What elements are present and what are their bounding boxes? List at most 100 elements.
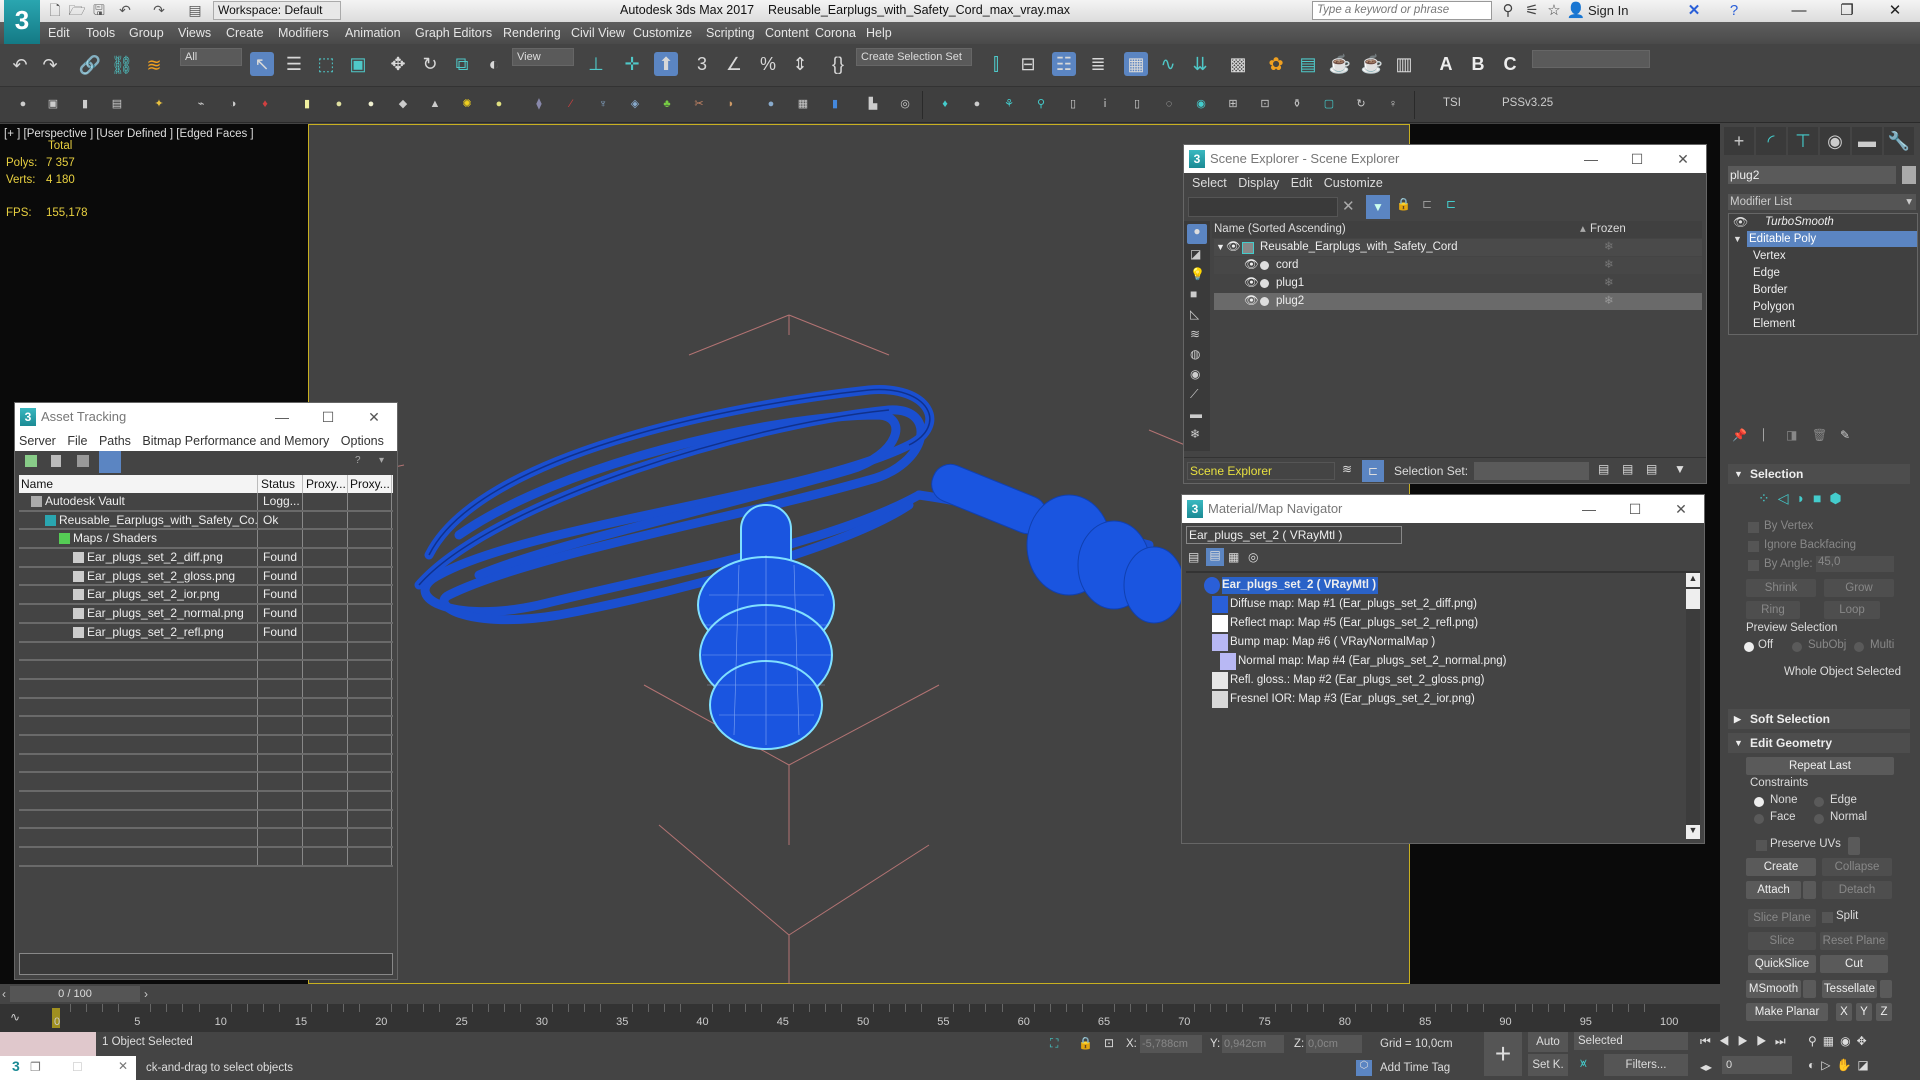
visibility-eye-icon[interactable]: 👁 [1244, 275, 1259, 292]
modifier-turbosmooth[interactable]: TurboSmooth [1765, 216, 1834, 228]
tool-icon[interactable]: ⊞ [1226, 97, 1240, 111]
rendered-frame-icon[interactable]: ▤ [1296, 52, 1320, 76]
ignore-backfacing-checkbox[interactable] [1748, 541, 1759, 552]
cut-button[interactable]: Cut [1820, 955, 1888, 973]
table-view-icon[interactable] [99, 451, 121, 473]
minimize-button[interactable]: — [1566, 495, 1612, 523]
new-file-icon[interactable]: 🗋 [46, 2, 64, 19]
save-file-icon[interactable]: 🖫 [90, 2, 108, 19]
layer-explorer-icon[interactable]: ≣ [1086, 52, 1110, 76]
edit-named-sets-icon[interactable]: {} [826, 52, 850, 76]
curve-editor-mini-icon[interactable]: ∿ [10, 1010, 20, 1024]
scene-item-name[interactable]: cord [1276, 257, 1298, 274]
pss-button[interactable]: PSSv3.25 [1502, 97, 1553, 109]
asset-row[interactable]: Ear_plugs_set_2_refl.png Found [19, 623, 393, 643]
frozen-filter-icon[interactable]: ❄ [1190, 427, 1200, 441]
menu-bitmap-performance[interactable]: Bitmap Performance and Memory [142, 434, 329, 448]
time-tag-icon[interactable]: ⬡ [1356, 1060, 1372, 1076]
spacewarps-filter-icon[interactable]: ≋ [1190, 327, 1200, 341]
user-icon[interactable]: 👤 [1566, 2, 1586, 20]
constraint-face-radio[interactable] [1754, 814, 1764, 824]
close-button[interactable]: ✕ [1658, 495, 1704, 523]
attach-button[interactable]: Attach [1746, 881, 1801, 899]
restore-button[interactable]: ❐ [1824, 0, 1870, 22]
schematic-view-icon[interactable]: ⇊ [1188, 52, 1212, 76]
select-by-name-icon[interactable]: ☰ [282, 52, 306, 76]
shape-icon[interactable]: ▮ [300, 97, 314, 111]
light-icon[interactable]: ✦ [152, 97, 166, 111]
auto-key-button[interactable]: Auto [1528, 1032, 1568, 1052]
subobject-vertex[interactable]: Vertex [1753, 250, 1786, 262]
shrink-button[interactable]: Shrink [1746, 579, 1816, 597]
tool-icon[interactable]: ▢ [1322, 97, 1336, 111]
window-crossing-icon[interactable]: ▣ [346, 52, 370, 76]
rollout-soft-selection[interactable]: ▶ Soft Selection [1728, 709, 1910, 729]
tool-icon[interactable]: ▦ [796, 97, 810, 111]
tool-icon[interactable]: ⚲ [1034, 97, 1048, 111]
undo-icon[interactable]: ↶ [116, 2, 134, 19]
hierarchy-icon[interactable]: ⊏ [1422, 197, 1432, 211]
unlink-icon[interactable]: ⛓ [110, 53, 134, 77]
preview-off-radio[interactable] [1744, 642, 1754, 652]
tsi-button[interactable]: TSI [1443, 97, 1461, 109]
xref-filter-icon[interactable]: ◉ [1190, 367, 1200, 381]
tool-icon[interactable]: ♣ [660, 97, 674, 111]
col-name[interactable]: Name (Sorted Ascending) [1214, 221, 1346, 238]
placement-icon[interactable]: ◐ [482, 52, 506, 76]
tool-icon[interactable]: ▯ [1066, 97, 1080, 111]
maximize-icon[interactable]: ☐ [72, 1060, 83, 1074]
tool-icon[interactable]: ♀ [1386, 97, 1400, 111]
expand-icon[interactable]: ▼ [1216, 239, 1225, 256]
tool-icon[interactable]: ● [764, 97, 778, 111]
tool-icon[interactable]: ⊡ [1258, 97, 1272, 111]
clear-search-icon[interactable]: ✕ [1342, 197, 1355, 215]
playback-controls[interactable]: ⏮◀▶▶⏭ [1700, 1034, 1794, 1049]
scene-item-name[interactable]: Reusable_Earplugs_with_Safety_Cord [1260, 239, 1458, 256]
scroll-down-icon[interactable]: ▼ [1686, 825, 1700, 839]
prev-frame-icon[interactable]: ‹ [2, 987, 6, 1001]
menu-customize[interactable]: Customize [633, 26, 692, 40]
viewport-nav-icons-2[interactable]: ◐▷✋◪ [1808, 1058, 1875, 1072]
list-view-icon[interactable]: ▤ [1188, 550, 1199, 564]
keyboard-shortcut-icon[interactable]: ⬆ [654, 52, 678, 76]
create-tab-icon[interactable]: + [1724, 127, 1754, 155]
object-name-field[interactable]: plug2 [1728, 166, 1896, 184]
track-bar[interactable]: ∿ 0 5 10 15 20 25 30 35 40 45 50 55 60 65 70 75 80 85 90 95… [0, 1004, 1720, 1032]
scene-explorer-toggle-icon[interactable]: ☷ [1052, 52, 1076, 76]
repeat-last-button[interactable]: Repeat Last [1746, 757, 1894, 775]
preserve-uvs-settings-button[interactable] [1848, 837, 1860, 855]
angle-snap-icon[interactable]: ∠ [722, 52, 746, 76]
app-logo[interactable]: 3 [4, 0, 40, 44]
viewport-nav-icons[interactable]: ⚲▦◉✥ [1808, 1034, 1873, 1048]
tool-icon[interactable]: ♦ [258, 97, 272, 111]
asset-row[interactable]: Ear_plugs_set_2_diff.png Found [19, 549, 393, 568]
options-icon[interactable]: ▾ [379, 455, 384, 466]
menu-graph-editors[interactable]: Graph Editors [415, 26, 492, 40]
undo-icon[interactable]: ↶ [8, 53, 32, 77]
workspace-dropdown[interactable]: Workspace: Default [213, 1, 341, 20]
asset-row[interactable]: Ear_plugs_set_2_ior.png Found [19, 586, 393, 606]
subobject-polygon[interactable]: Polygon [1753, 301, 1795, 313]
vault-icon[interactable] [25, 455, 37, 467]
star-icon[interactable]: ☆ [1544, 2, 1564, 20]
explorer-type-dropdown[interactable]: Scene Explorer [1187, 462, 1335, 480]
isolate-selection-icon[interactable]: ⛶ [1050, 1036, 1058, 1051]
reference-coord-dropdown[interactable]: View [512, 48, 574, 66]
tool-icon[interactable]: ◗ [724, 97, 738, 111]
modifier-list-dropdown[interactable]: Modifier List ▾ [1728, 194, 1916, 210]
visibility-eye-icon[interactable]: 👁 [1244, 257, 1259, 274]
absolute-mode-icon[interactable]: ⊡ [1104, 1036, 1114, 1050]
project-icon[interactable]: ▤ [186, 2, 204, 19]
hierarchy-view-icon[interactable]: ⊏ [1362, 460, 1384, 482]
constraint-edge-radio[interactable] [1814, 797, 1824, 807]
close-button[interactable]: ✕ [1660, 145, 1706, 173]
named-selection-dropdown[interactable]: Create Selection Set [856, 48, 972, 66]
constraint-none-radio[interactable] [1754, 797, 1764, 807]
ring-button[interactable]: Ring [1746, 601, 1800, 619]
next-frame-icon[interactable]: › [144, 987, 148, 1001]
restore-icon[interactable]: ❐ [30, 1060, 41, 1074]
time-slider-thumb[interactable]: 0 / 100 [10, 986, 140, 1002]
render-iterative-icon[interactable]: ☕ [1360, 52, 1384, 76]
tessellate-settings-button[interactable] [1880, 980, 1892, 998]
menu-server[interactable]: Server [19, 434, 56, 448]
